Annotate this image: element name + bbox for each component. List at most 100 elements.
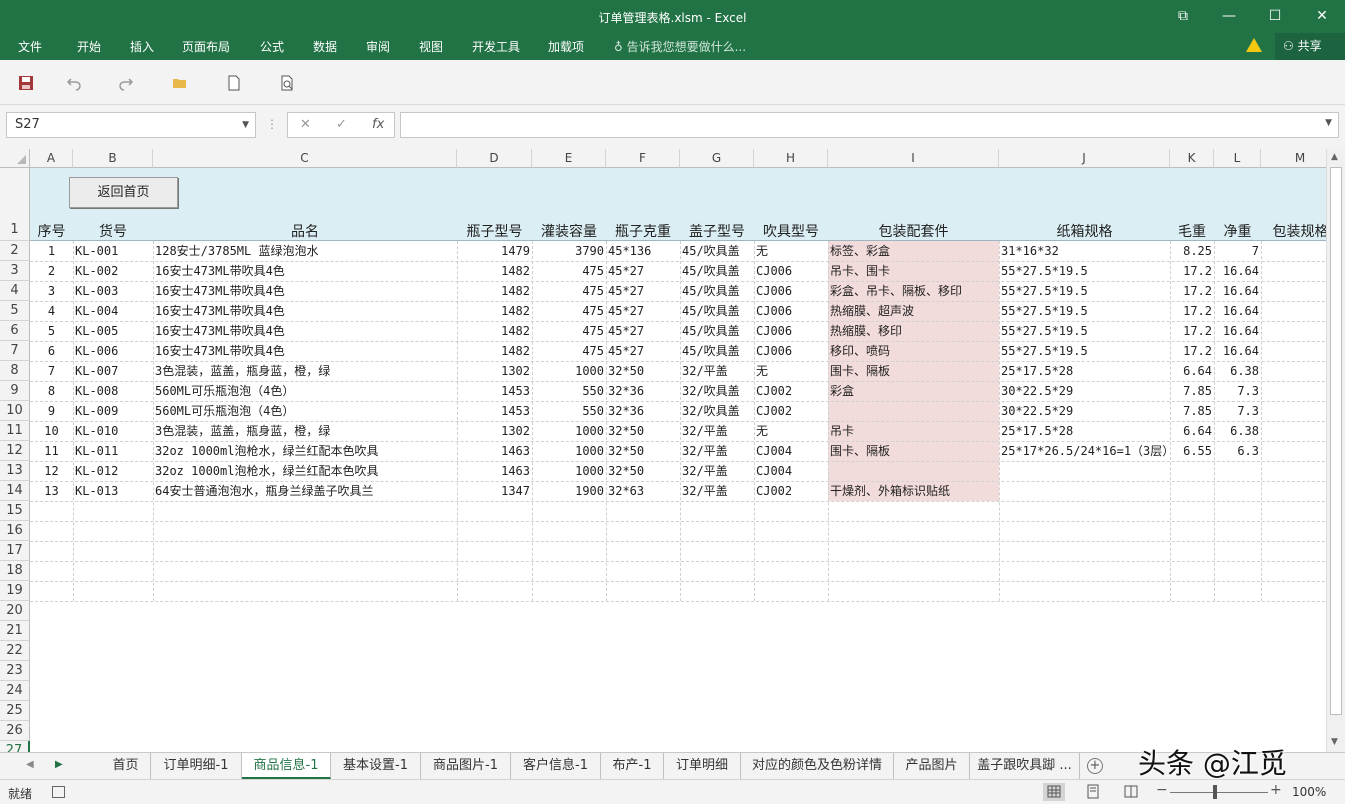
warning-icon[interactable]	[1246, 38, 1262, 52]
row-header[interactable]: 22	[0, 641, 30, 661]
macro-record-icon[interactable]	[52, 786, 65, 798]
cancel-icon[interactable]: ✕	[300, 117, 311, 132]
table-cell[interactable]: KL-006	[73, 341, 153, 361]
tab-scroll-right-icon[interactable]: ▶	[55, 759, 63, 770]
table-cell[interactable]: 1	[30, 241, 73, 261]
table-cell[interactable]	[1261, 421, 1326, 441]
table-cell[interactable]: 32*50	[606, 421, 680, 441]
row-header[interactable]: 24	[0, 681, 30, 701]
row-header[interactable]: 19	[0, 581, 30, 601]
enter-icon[interactable]: ✓	[336, 117, 347, 132]
table-cell[interactable]: 10	[30, 421, 73, 441]
vertical-scroll-thumb[interactable]	[1330, 167, 1342, 715]
table-cell[interactable]: 6.64	[1170, 421, 1214, 441]
row-header[interactable]: 9	[0, 381, 30, 401]
table-cell[interactable]: 560ML可乐瓶泡泡（4色）	[153, 381, 457, 401]
table-cell[interactable]: 25*17.5*28	[999, 421, 1170, 441]
table-cell[interactable]: KL-005	[73, 321, 153, 341]
table-cell[interactable]: 45*27	[606, 321, 680, 341]
table-cell[interactable]: 45/吹具盖	[680, 321, 754, 341]
table-cell[interactable]: CJ006	[754, 341, 828, 361]
row-header[interactable]: 3	[0, 261, 30, 281]
sheet-tab[interactable]: 客户信息-1	[511, 753, 601, 779]
table-cell[interactable]: KL-002	[73, 261, 153, 281]
table-cell[interactable]: 无	[754, 241, 828, 261]
column-header[interactable]: B	[73, 149, 153, 168]
table-cell[interactable]	[1214, 481, 1261, 501]
column-header[interactable]: D	[457, 149, 532, 168]
table-cell[interactable]: 1000	[532, 361, 606, 381]
table-cell[interactable]: 16.64	[1214, 281, 1261, 301]
table-cell[interactable]: 1900	[532, 481, 606, 501]
table-cell[interactable]: CJ002	[754, 381, 828, 401]
open-folder-icon[interactable]	[172, 75, 188, 91]
table-cell[interactable]: 6.55	[1170, 441, 1214, 461]
tab-review[interactable]: 审阅	[366, 38, 390, 55]
table-cell[interactable]: 550	[532, 381, 606, 401]
table-cell[interactable]: 吊卡、围卡	[828, 261, 999, 281]
table-cell[interactable]: 32*50	[606, 361, 680, 381]
table-cell[interactable]: 彩盒、吊卡、隔板、移印	[828, 281, 999, 301]
column-header[interactable]: K	[1170, 149, 1214, 168]
table-cell[interactable]: 16安士473ML带吹具4色	[153, 321, 457, 341]
table-cell[interactable]: 11	[30, 441, 73, 461]
table-cell[interactable]: 32/平盖	[680, 361, 754, 381]
table-cell[interactable]: 45*27	[606, 261, 680, 281]
table-cell[interactable]: 32*63	[606, 481, 680, 501]
row-header[interactable]: 4	[0, 281, 30, 301]
sheet-tab[interactable]: 订单明细	[664, 753, 741, 779]
table-cell[interactable]: KL-001	[73, 241, 153, 261]
table-cell[interactable]: 标签、彩盒	[828, 241, 999, 261]
page-break-view-icon[interactable]	[1120, 783, 1142, 801]
row-header[interactable]: 23	[0, 661, 30, 681]
table-cell[interactable]: 无	[754, 361, 828, 381]
row-header[interactable]: 17	[0, 541, 30, 561]
table-cell[interactable]: 45/吹具盖	[680, 261, 754, 281]
table-cell[interactable]: 1453	[457, 381, 532, 401]
table-cell[interactable]: 1482	[457, 281, 532, 301]
column-header[interactable]: J	[999, 149, 1170, 168]
chevron-down-icon[interactable]: ▼	[242, 113, 249, 137]
table-cell[interactable]: 围卡、隔板	[828, 441, 999, 461]
table-cell[interactable]: 7.3	[1214, 381, 1261, 401]
table-cell[interactable]: 1479	[457, 241, 532, 261]
table-cell[interactable]	[1261, 361, 1326, 381]
table-cell[interactable]: 彩盒	[828, 381, 999, 401]
table-cell[interactable]: 1347	[457, 481, 532, 501]
home-button[interactable]: 返回首页	[69, 177, 178, 208]
table-cell[interactable]: 3	[1261, 301, 1326, 321]
sheet-tab[interactable]: 对应的颜色及色粉详情	[741, 753, 894, 779]
row-header[interactable]: 20	[0, 601, 30, 621]
normal-view-icon[interactable]	[1043, 783, 1065, 801]
table-cell[interactable]: KL-004	[73, 301, 153, 321]
table-cell[interactable]: 475	[532, 301, 606, 321]
table-cell[interactable]: CJ006	[754, 261, 828, 281]
table-cell[interactable]: 移印、喷码	[828, 341, 999, 361]
undo-icon[interactable]	[66, 75, 82, 91]
zoom-slider[interactable]	[1170, 792, 1268, 793]
tab-home[interactable]: 开始	[77, 38, 101, 55]
table-cell[interactable]: 32oz 1000ml泡枪水，绿兰红配本色吹具	[153, 441, 457, 461]
row-header[interactable]: 18	[0, 561, 30, 581]
table-cell[interactable]: 560ML可乐瓶泡泡（4色）	[153, 401, 457, 421]
table-cell[interactable]: 8	[30, 381, 73, 401]
close-button[interactable]: ✕	[1299, 0, 1345, 33]
table-cell[interactable]: 1453	[457, 401, 532, 421]
table-cell[interactable]: 32oz 1000ml泡枪水，绿兰红配本色吹具	[153, 461, 457, 481]
table-cell[interactable]: 3790	[532, 241, 606, 261]
zoom-in-button[interactable]: +	[1270, 782, 1282, 798]
table-cell[interactable]	[1261, 241, 1326, 261]
table-cell[interactable]: KL-011	[73, 441, 153, 461]
formula-input[interactable]: ▼	[400, 112, 1339, 138]
table-cell[interactable]: 1463	[457, 441, 532, 461]
sheet-tab[interactable]: 盖子跟吹具踋 ...	[970, 753, 1080, 779]
vertical-scrollbar[interactable]: ▲ ▼	[1326, 149, 1345, 752]
table-cell[interactable]: 热缩膜、超声波	[828, 301, 999, 321]
table-cell[interactable]: 45*136	[606, 241, 680, 261]
tab-insert[interactable]: 插入	[130, 38, 154, 55]
table-cell[interactable]: 16.64	[1214, 261, 1261, 281]
row-header[interactable]: 16	[0, 521, 30, 541]
table-cell[interactable]	[1170, 481, 1214, 501]
table-cell[interactable]: 3	[1261, 261, 1326, 281]
column-header[interactable]: E	[532, 149, 606, 168]
